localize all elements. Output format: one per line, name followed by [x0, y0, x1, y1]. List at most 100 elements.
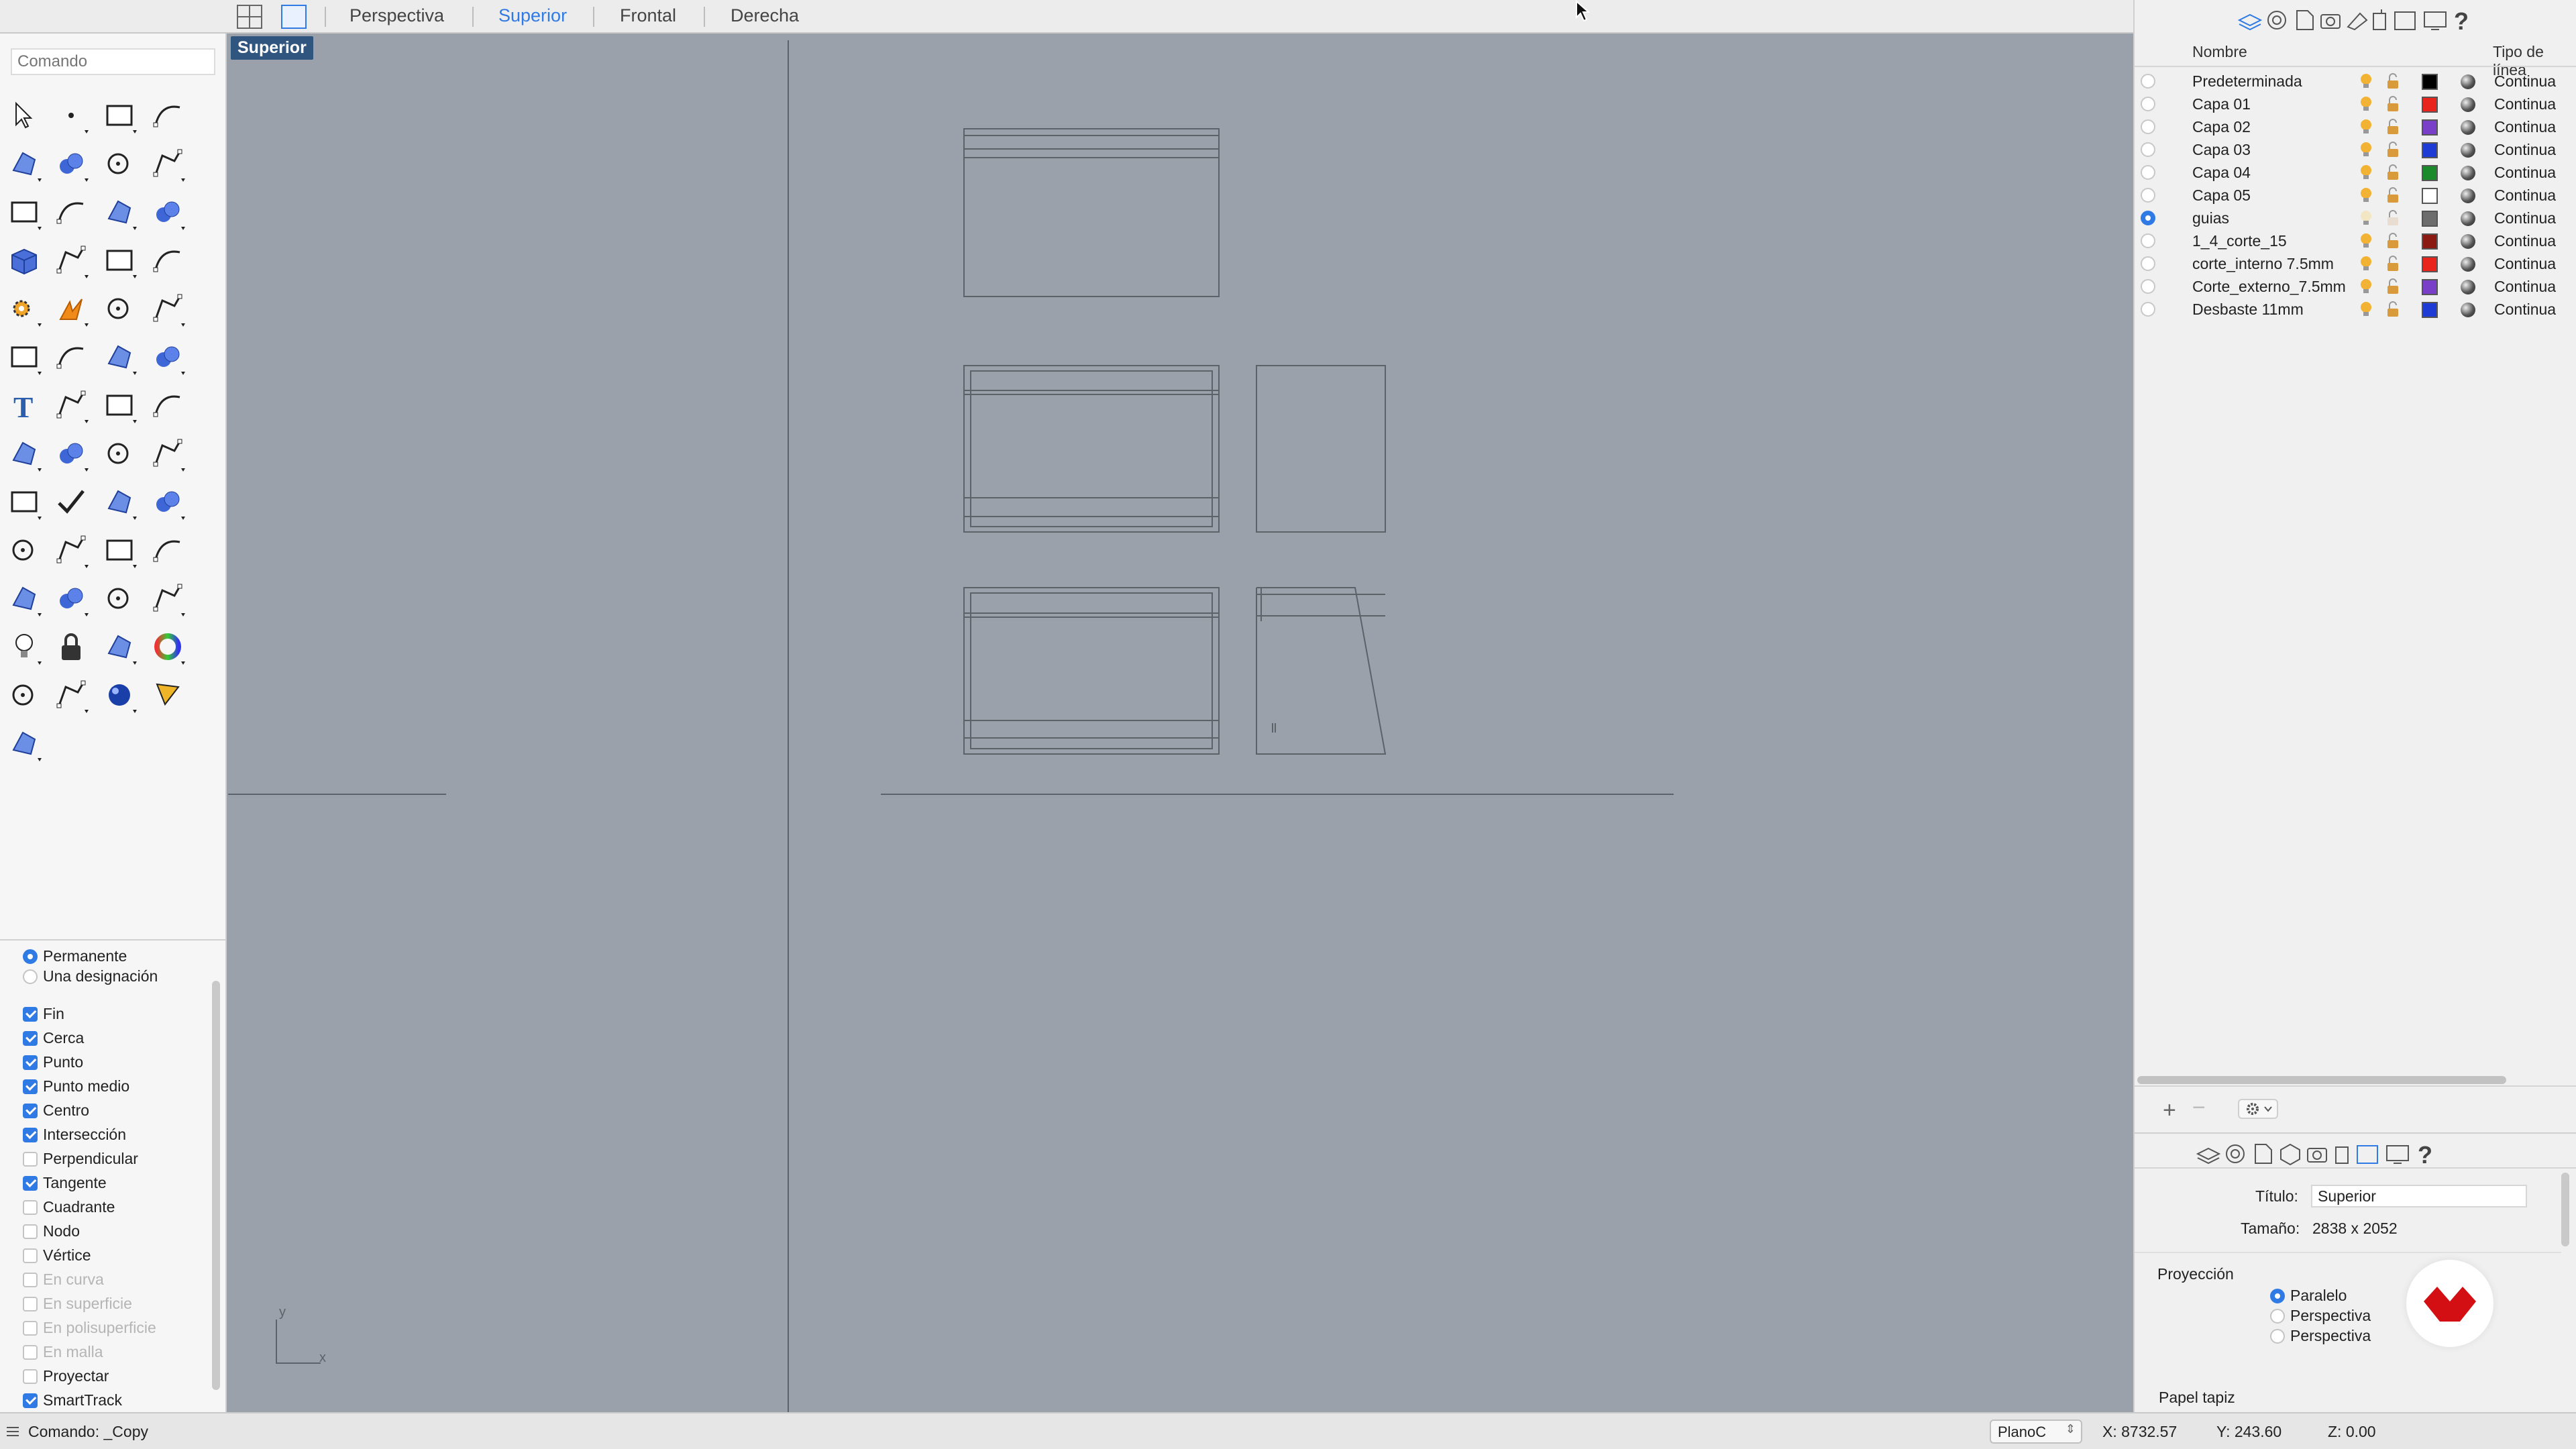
osnap-centro[interactable]: Centro	[23, 1102, 89, 1120]
current-layer-radio[interactable]	[2141, 119, 2155, 134]
current-layer-radio[interactable]	[2141, 256, 2155, 271]
color-wheel-icon[interactable]	[148, 627, 188, 667]
unlocked-icon[interactable]	[2385, 164, 2400, 181]
tab-frontal[interactable]: Frontal	[620, 5, 676, 26]
osnap-perpendicular[interactable]: Perpendicular	[23, 1150, 138, 1168]
layer-name[interactable]: Capa 02	[2192, 118, 2251, 136]
layer-row[interactable]: Predeterminada Continua	[2135, 70, 2576, 93]
current-layer-radio[interactable]	[2141, 188, 2155, 203]
tab-perspectiva[interactable]: Perspectiva	[350, 5, 444, 26]
projection-perspectiva-2[interactable]: Perspectiva	[2270, 1327, 2371, 1345]
four-viewports-icon[interactable]	[236, 4, 263, 30]
material-icon[interactable]	[2461, 120, 2475, 135]
light-bulb-icon[interactable]	[2357, 72, 2375, 90]
render-sphere-icon[interactable]	[4, 675, 44, 715]
current-layer-radio[interactable]	[2141, 211, 2155, 225]
material-icon[interactable]	[2461, 97, 2475, 112]
circle-icon[interactable]	[4, 144, 44, 184]
layer-name[interactable]: corte_interno 7.5mm	[2192, 255, 2334, 273]
layer-row[interactable]: Capa 05 Continua	[2135, 184, 2576, 207]
viewport-title-field[interactable]	[2311, 1185, 2527, 1208]
layers-horizontal-scrollbar[interactable]	[2137, 1076, 2506, 1084]
osnap-permanente[interactable]: Permanente	[23, 947, 127, 965]
layer-name[interactable]: guias	[2192, 209, 2229, 227]
current-layer-radio[interactable]	[2141, 233, 2155, 248]
layer-row[interactable]: Capa 02 Continua	[2135, 115, 2576, 138]
single-viewport-icon[interactable]	[280, 4, 307, 30]
dimension-icon[interactable]	[51, 433, 91, 474]
layer-name[interactable]: Desbaste 11mm	[2192, 301, 2304, 319]
join-icon[interactable]	[51, 337, 91, 377]
split-icon[interactable]	[148, 288, 188, 329]
layer-linetype[interactable]: Continua	[2494, 209, 2556, 227]
edit-icon[interactable]	[148, 385, 188, 425]
unlocked-icon[interactable]	[2385, 118, 2400, 136]
light-bulb-icon[interactable]	[2357, 209, 2375, 227]
layer-color-swatch[interactable]	[2422, 142, 2438, 158]
osnap-tangente[interactable]: Tangente	[23, 1174, 107, 1192]
light-bulb-icon[interactable]	[2357, 141, 2375, 158]
osnap-smarttrack[interactable]: SmartTrack	[23, 1391, 122, 1409]
boolean-union-icon[interactable]	[51, 240, 91, 280]
car-icon[interactable]	[51, 578, 91, 619]
group-icon[interactable]	[4, 433, 44, 474]
layer-row[interactable]: corte_interno 7.5mm Continua	[2135, 252, 2576, 275]
unlocked-icon[interactable]	[2385, 186, 2400, 204]
osnap-scrollbar[interactable]	[212, 981, 220, 1390]
light-bulb-icon[interactable]	[2357, 278, 2375, 295]
layer-row[interactable]: Capa 03 Continua	[2135, 138, 2576, 161]
trim-icon[interactable]	[99, 288, 140, 329]
extrude-surface-icon[interactable]	[148, 192, 188, 232]
layer-name[interactable]: Capa 01	[2192, 95, 2251, 113]
current-layer-radio[interactable]	[2141, 142, 2155, 157]
material-icon[interactable]	[2461, 143, 2475, 158]
zoom-icon[interactable]	[148, 530, 188, 570]
osnap-punto-medio[interactable]: Punto medio	[23, 1077, 129, 1095]
cylinder-icon[interactable]	[99, 240, 140, 280]
layer-color-swatch[interactable]	[2422, 119, 2438, 136]
gumball-icon[interactable]	[4, 723, 44, 763]
cplane-select[interactable]: PlanoC ⇕	[1990, 1419, 2082, 1444]
tab-derecha[interactable]: Derecha	[731, 5, 799, 26]
text-icon[interactable]: T	[4, 385, 44, 425]
layer-name[interactable]: Capa 03	[2192, 141, 2251, 159]
layers-header-name[interactable]: Nombre	[2192, 43, 2247, 61]
zoom-window-icon[interactable]	[51, 530, 91, 570]
grid-plane-icon[interactable]	[99, 578, 140, 619]
osnap-punto[interactable]: Punto	[23, 1053, 83, 1071]
align-icon[interactable]	[148, 433, 188, 474]
osnap-fin[interactable]: Fin	[23, 1005, 64, 1023]
material-icon[interactable]	[2461, 189, 2475, 203]
fillet-icon[interactable]	[51, 192, 91, 232]
spheres-icon[interactable]	[4, 337, 44, 377]
unlocked-icon[interactable]	[2385, 95, 2400, 113]
osnap-una-designacion[interactable]: Una designación	[23, 967, 158, 985]
layer-settings-button[interactable]	[2238, 1099, 2278, 1119]
move-icon[interactable]	[99, 385, 140, 425]
projection-paralelo[interactable]: Paralelo	[2270, 1287, 2347, 1305]
unlocked-icon[interactable]	[2385, 301, 2400, 318]
unlocked-icon[interactable]	[2385, 141, 2400, 158]
light-bulb-icon[interactable]	[2357, 186, 2375, 204]
current-layer-radio[interactable]	[2141, 97, 2155, 111]
polygon-icon[interactable]	[4, 192, 44, 232]
cone-icon[interactable]	[148, 675, 188, 715]
viewport-superior[interactable]: Superior y x	[228, 34, 2133, 1412]
layer-linetype[interactable]: Continua	[2494, 141, 2556, 159]
layer-linetype[interactable]: Continua	[2494, 255, 2556, 273]
layer-row[interactable]: Capa 04 Continua	[2135, 161, 2576, 184]
project-icon[interactable]	[148, 482, 188, 522]
layer-name[interactable]: Capa 04	[2192, 164, 2251, 182]
explode-icon[interactable]	[51, 288, 91, 329]
rectangle-icon[interactable]	[148, 144, 188, 184]
polyline-icon[interactable]	[99, 95, 140, 136]
named-views-icon[interactable]	[148, 578, 188, 619]
remove-layer-button[interactable]: −	[2192, 1095, 2206, 1121]
layer-sheet-icon[interactable]	[4, 482, 44, 522]
layer-name[interactable]: Capa 05	[2192, 186, 2251, 205]
lock-icon[interactable]	[51, 627, 91, 667]
material-icon[interactable]	[99, 627, 140, 667]
offset-curve-icon[interactable]	[99, 337, 140, 377]
current-layer-radio[interactable]	[2141, 279, 2155, 294]
layer-linetype[interactable]: Continua	[2494, 232, 2556, 250]
